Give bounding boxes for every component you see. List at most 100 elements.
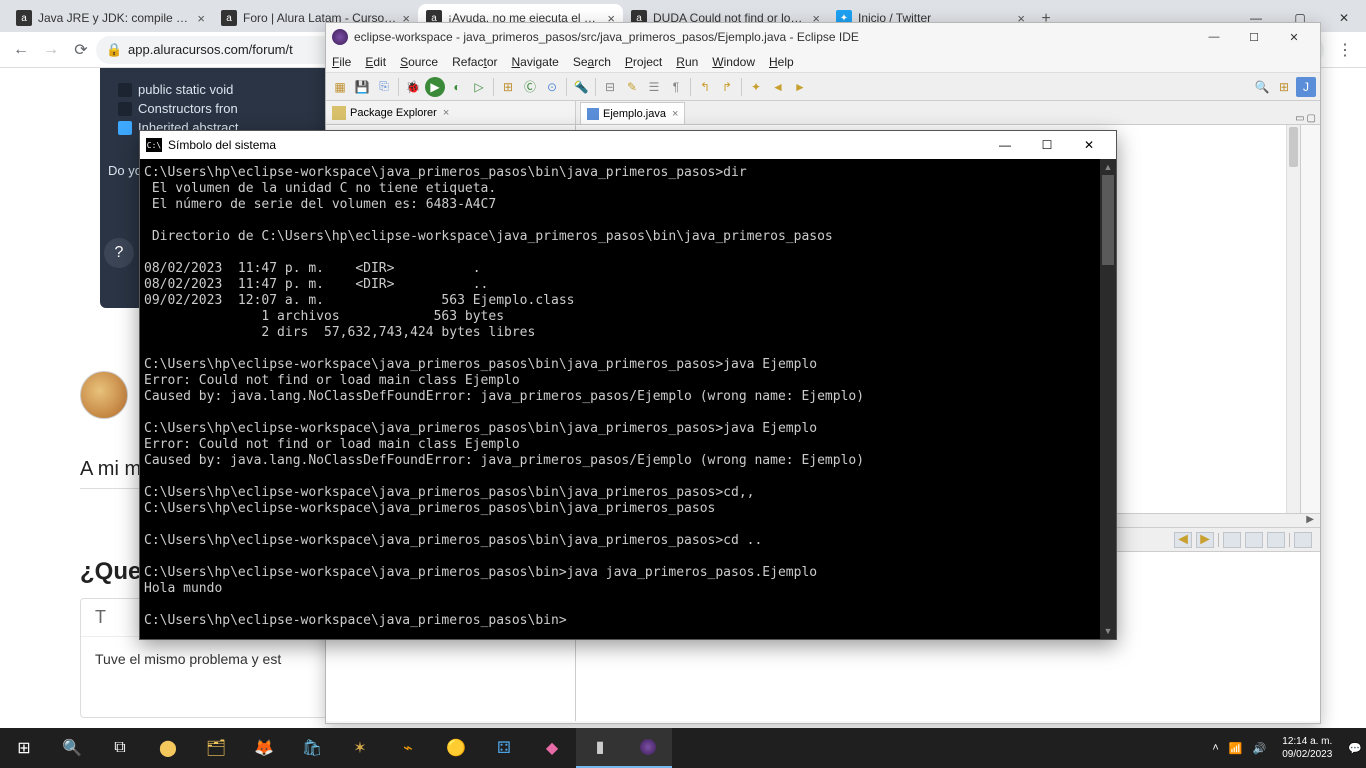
toggle-block-icon[interactable]: ☰	[644, 77, 664, 97]
window-close-button[interactable]: ✕	[1274, 25, 1314, 49]
toggle-mark-icon[interactable]: ✎	[622, 77, 642, 97]
start-button[interactable]: ⊞	[0, 728, 48, 768]
menu-window[interactable]: Window	[712, 55, 755, 69]
taskbar-eclipse[interactable]	[624, 728, 672, 768]
user-avatar[interactable]	[80, 371, 128, 419]
window-maximize-button[interactable]: ☐	[1026, 132, 1068, 158]
cmd-scrollbar[interactable]: ▲ ▼	[1100, 159, 1116, 639]
cmd-output[interactable]: C:\Users\hp\eclipse-workspace\java_prime…	[140, 159, 1100, 639]
forward-button[interactable]: →	[36, 35, 66, 65]
taskbar-cmd[interactable]: ▮	[576, 728, 624, 768]
hscroll-right-icon[interactable]: ▶	[1306, 514, 1314, 527]
scroll-thumb[interactable]	[1102, 175, 1114, 265]
fwd-history-icon[interactable]: ►	[790, 77, 810, 97]
tray-chevron-up-icon[interactable]: ˄	[1212, 742, 1218, 754]
volume-icon[interactable]: 🔊	[1253, 742, 1267, 755]
back-nav-icon[interactable]: ◄	[1174, 532, 1192, 548]
new-icon[interactable]: ▦	[330, 77, 350, 97]
menu-source[interactable]: Source	[400, 55, 438, 69]
checkbox-icon[interactable]	[118, 102, 132, 116]
tab-label: Java JRE y JDK: compile y eje	[38, 11, 191, 25]
coverage-icon[interactable]: ◐	[447, 77, 467, 97]
menu-project[interactable]: Project	[625, 55, 662, 69]
scroll-up-icon[interactable]: ▲	[1100, 159, 1116, 175]
toggle-breadcrumb-icon[interactable]: ⊟	[600, 77, 620, 97]
run-last-icon[interactable]: ▷	[469, 77, 489, 97]
taskbar-app-star[interactable]: ✶	[336, 728, 384, 768]
search-button[interactable]: 🔍	[48, 728, 96, 768]
close-icon[interactable]: ×	[197, 11, 205, 26]
taskbar-msstore[interactable]: 🛍	[288, 728, 336, 768]
close-icon[interactable]: ×	[443, 107, 449, 119]
back-button[interactable]: ←	[6, 35, 36, 65]
taskbar-explorer[interactable]: 🗂	[192, 728, 240, 768]
taskbar-firefox[interactable]: 🦊	[240, 728, 288, 768]
window-close-button[interactable]: ✕	[1322, 4, 1366, 32]
pin-icon[interactable]	[1223, 532, 1241, 548]
run-icon[interactable]: ▶	[425, 77, 445, 97]
taskbar-chrome[interactable]: 🟡	[432, 728, 480, 768]
chrome-menu-button[interactable]: ⋮	[1330, 40, 1360, 60]
annotation-prev-icon[interactable]: ↰	[695, 77, 715, 97]
wifi-icon[interactable]: 📶	[1229, 742, 1243, 755]
show-whitespace-icon[interactable]: ¶	[666, 77, 686, 97]
window-minimize-button[interactable]: —	[1194, 25, 1234, 49]
save-all-icon[interactable]: ⎘	[374, 77, 394, 97]
java-file-icon	[587, 108, 599, 120]
taskbar-vscode[interactable]: ⚃	[480, 728, 528, 768]
menu-navigate[interactable]: Navigate	[511, 55, 558, 69]
checkbox-icon[interactable]	[118, 83, 132, 97]
checkbox-checked-icon[interactable]	[118, 121, 132, 135]
window-minimize-button[interactable]: —	[984, 132, 1026, 158]
restore-icon[interactable]	[1294, 532, 1312, 548]
help-icon[interactable]: ?	[104, 238, 134, 268]
package-explorer-tab[interactable]: Package Explorer ×	[326, 101, 575, 125]
scroll-down-icon[interactable]: ▼	[1100, 623, 1116, 639]
menu-search[interactable]: Search	[573, 55, 611, 69]
quick-access-icon[interactable]: 🔍	[1252, 77, 1272, 97]
menu-icon[interactable]	[1267, 532, 1285, 548]
menu-help[interactable]: Help	[769, 55, 794, 69]
taskbar-chrome-yellow[interactable]: ⬤	[144, 728, 192, 768]
system-tray[interactable]: ˄ 📶 🔊 12:14 a. m. 09/02/2023 💬	[1208, 735, 1366, 761]
debug-icon[interactable]: 🐞	[403, 77, 423, 97]
java-perspective-icon[interactable]: J	[1296, 77, 1316, 97]
cmd-titlebar[interactable]: C:\ Símbolo del sistema — ☐ ✕	[140, 131, 1116, 159]
window-maximize-button[interactable]: ☐	[1234, 25, 1274, 49]
back-history-icon[interactable]: ◄	[768, 77, 788, 97]
last-edit-icon[interactable]: ✦	[746, 77, 766, 97]
search-icon[interactable]: 🔦	[571, 77, 591, 97]
menu-edit[interactable]: Edit	[365, 55, 386, 69]
new-package-icon[interactable]: ⊞	[498, 77, 518, 97]
taskbar-sublime[interactable]: ⌁	[384, 728, 432, 768]
fwd-nav-icon[interactable]: ►	[1196, 532, 1214, 548]
favicon-icon: a	[16, 10, 32, 26]
minimize-pane-icon[interactable]: ▭	[1295, 113, 1304, 124]
editor-tab-ejemplo[interactable]: Ejemplo.java ×	[580, 102, 685, 124]
notifications-icon[interactable]: 💬	[1348, 742, 1362, 755]
save-icon[interactable]: 💾	[352, 77, 372, 97]
link-icon[interactable]	[1245, 532, 1263, 548]
chrome-tab-1[interactable]: a Java JRE y JDK: compile y eje ×	[8, 4, 213, 32]
lock-icon: 🔒	[106, 42, 120, 58]
clock-time: 12:14 a. m.	[1282, 735, 1332, 748]
eclipse-toolbar: ▦ 💾 ⎘ 🐞 ▶ ◐ ▷ ⊞ Ⓒ ⊙ 🔦 ⊟ ✎ ☰ ¶ ↰ ↱ ✦ ◄ ► …	[326, 73, 1320, 101]
annotation-next-icon[interactable]: ↱	[717, 77, 737, 97]
reload-button[interactable]: ⟳	[66, 35, 96, 65]
open-perspective-icon[interactable]: ⊞	[1274, 77, 1294, 97]
eclipse-titlebar[interactable]: eclipse-workspace - java_primeros_pasos/…	[326, 23, 1320, 51]
close-icon[interactable]: ×	[672, 108, 678, 120]
menu-file[interactable]: File	[332, 55, 351, 69]
editor-scrollbar[interactable]	[1286, 125, 1300, 513]
menu-refactor[interactable]: Refactor	[452, 55, 497, 69]
taskbar-app-diamond[interactable]: ◆	[528, 728, 576, 768]
maximize-pane-icon[interactable]: ▢	[1307, 113, 1316, 124]
new-class-icon[interactable]: Ⓒ	[520, 77, 540, 97]
taskbar-clock[interactable]: 12:14 a. m. 09/02/2023	[1276, 735, 1338, 761]
package-icon	[332, 106, 346, 120]
menu-run[interactable]: Run	[676, 55, 698, 69]
open-type-icon[interactable]: ⊙	[542, 77, 562, 97]
task-view-button[interactable]: ⧉	[96, 728, 144, 768]
window-close-button[interactable]: ✕	[1068, 132, 1110, 158]
text-style-icon[interactable]: T	[95, 607, 106, 628]
